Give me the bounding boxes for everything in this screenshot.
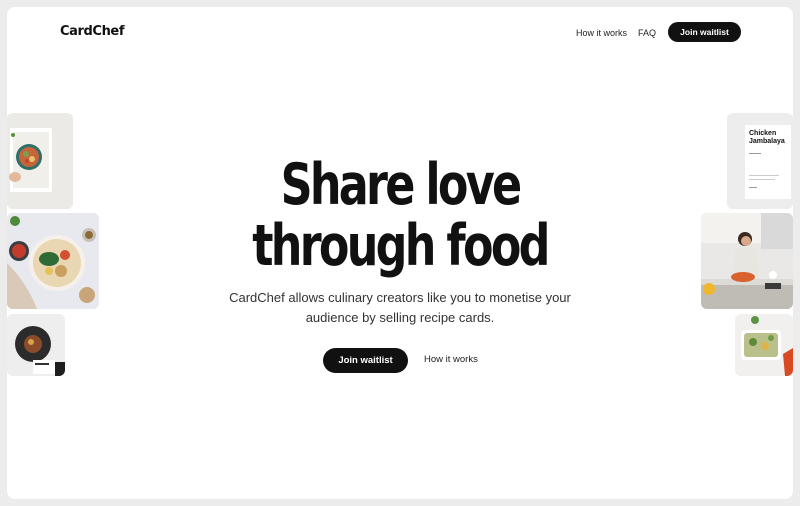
hero-title: Share love through food — [93, 155, 706, 277]
nav-link-how-it-works[interactable]: How it works — [576, 28, 627, 38]
food-image-platter — [7, 213, 99, 309]
hero-subtitle: CardChef allows culinary creators like y… — [229, 290, 571, 325]
hero-title-line-1: Share love — [280, 152, 523, 218]
hero-join-waitlist-button[interactable]: Join waitlist — [323, 348, 408, 373]
hero-title-line-2: through food — [252, 213, 550, 279]
recipe-card-image: Chicken Jambalaya — [727, 113, 793, 209]
logo[interactable]: CardChef — [60, 24, 125, 39]
nav-join-waitlist-button[interactable]: Join waitlist — [668, 22, 741, 42]
food-image-salad-bowl — [7, 113, 73, 209]
hero-how-it-works-link[interactable]: How it works — [424, 354, 478, 365]
food-image-vegetable-tray — [735, 314, 793, 376]
food-image-cooking-woman — [701, 213, 793, 309]
food-image-plated-dish — [7, 314, 65, 376]
nav-link-faq[interactable]: FAQ — [638, 28, 656, 38]
landing-page: CardChef How it works FAQ Join waitlist — [7, 7, 793, 499]
recipe-card-title: Chicken Jambalaya — [749, 130, 785, 145]
